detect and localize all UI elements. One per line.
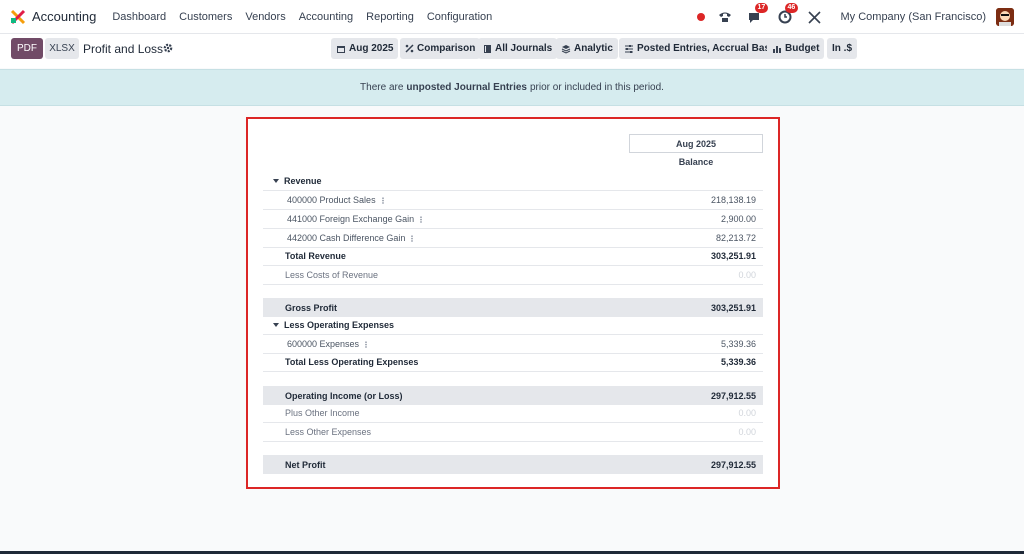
row-value: 0.00 [738,270,756,280]
more-options-icon[interactable] [420,215,423,223]
menu-vendors[interactable]: Vendors [245,11,285,23]
journals-label: All Journals [495,43,553,54]
period-header: Aug 2025 [629,134,763,153]
company-switcher[interactable]: My Company (San Francisco) [841,11,987,23]
comparison-label: Comparison [417,43,476,54]
user-avatar[interactable] [996,8,1014,26]
summary-row-operating-income: Operating Income (or Loss) 297,912.55 [263,386,763,405]
menu-customers[interactable]: Customers [179,11,232,23]
more-options-icon[interactable] [411,234,414,242]
line-row-other-income: Plus Other Income 0.00 [263,404,763,423]
date-filter-label: Aug 2025 [349,43,394,54]
recording-dot-icon[interactable] [696,13,705,21]
menu-reporting[interactable]: Reporting [366,11,414,23]
gear-icon[interactable] [163,43,173,53]
row-label: 600000 Expenses [287,339,360,349]
analytic-filter-button[interactable]: Analytic [556,38,618,59]
banner-prefix: There are [360,82,404,93]
xlsx-button[interactable]: XLSX [45,38,79,59]
caret-down-icon [273,179,279,183]
total-row-operating-expenses: Total Less Operating Expenses 5,339.36 [263,353,763,372]
row-label: Revenue [284,176,322,186]
menu-dashboard[interactable]: Dashboard [112,11,166,23]
line-row-costs-of-revenue: Less Costs of Revenue 0.00 [263,266,763,285]
chat-badge: 17 [754,3,769,13]
account-row[interactable]: 442000 Cash Difference Gain 82,213.72 [263,229,763,248]
row-label: Less Other Expenses [285,427,372,437]
row-value: 2,900.00 [720,214,756,224]
row-label: Operating Income (or Loss) [285,390,403,401]
entries-filter-button[interactable]: Posted Entries, Accrual Basis [619,38,784,59]
profit-loss-report: Aug 2025 Balance Revenue 400000 Product … [246,117,780,489]
calendar-icon [337,45,345,53]
menu-configuration[interactable]: Configuration [427,11,492,23]
systray: 17 46 My Company (San Francisco) [696,0,1014,34]
balance-column-header: Balance [678,157,714,167]
report-control-panel: PDF XLSX Profit and Loss Aug 2025 Compar… [0,34,1024,68]
comparison-button[interactable]: Comparison [400,38,481,59]
date-filter-button[interactable]: Aug 2025 [331,38,399,59]
top-navbar: Accounting Dashboard Customers Vendors A… [0,0,1024,34]
chat-icon[interactable]: 17 [747,3,769,25]
row-label: Total Revenue [285,251,346,261]
row-label: 400000 Product Sales [287,195,376,205]
banner-suffix: prior or included in this period. [529,82,664,93]
row-label: 442000 Cash Difference Gain [287,233,406,243]
app-name[interactable]: Accounting [32,9,96,24]
row-value: 5,339.36 [720,339,756,349]
analytic-label: Analytic [574,43,613,54]
total-row-revenue: Total Revenue 303,251.91 [263,247,763,266]
budget-label: Budget [785,43,820,54]
more-options-icon[interactable] [365,340,368,348]
menu-accounting[interactable]: Accounting [299,11,353,23]
account-row[interactable]: 600000 Expenses 5,339.36 [263,335,763,354]
row-label: 441000 Foreign Exchange Gain [287,214,415,224]
book-icon [484,44,491,53]
account-row[interactable]: 441000 Foreign Exchange Gain 2,900.00 [263,210,763,229]
accounting-app-icon[interactable] [10,9,26,25]
pdf-button[interactable]: PDF [11,38,43,59]
row-label: Less Costs of Revenue [285,270,379,280]
section-row-revenue[interactable]: Revenue [263,172,763,191]
row-value: 303,251.91 [710,302,756,313]
summary-row-net-profit: Net Profit 297,912.55 [263,455,763,474]
budget-button[interactable]: Budget [767,38,825,59]
section-row-operating-expenses[interactable]: Less Operating Expenses [263,316,763,335]
summary-row-gross-profit: Gross Profit 303,251.91 [263,298,763,317]
entries-label: Posted Entries, Accrual Basis [637,43,779,54]
percent-icon [405,44,414,53]
row-value: 297,912.55 [710,390,756,401]
bar-chart-icon [773,45,781,53]
row-value: 82,213.72 [715,233,756,243]
caret-down-icon [273,323,279,327]
row-value: 5,339.36 [720,357,756,367]
line-row-other-expenses: Less Other Expenses 0.00 [263,423,763,442]
row-label: Total Less Operating Expenses [285,357,419,367]
row-value: 218,138.19 [710,195,756,205]
row-label: Less Operating Expenses [284,320,395,330]
currency-button[interactable]: In .$ [827,38,858,59]
journals-filter-button[interactable]: All Journals [478,38,558,59]
sliders-icon [625,44,633,53]
row-value: 0.00 [738,408,756,418]
account-row[interactable]: 400000 Product Sales 218,138.19 [263,191,763,210]
layers-icon [561,44,571,54]
activity-clock-icon[interactable]: 46 [777,3,799,25]
row-label: Net Profit [285,459,326,470]
phone-icon[interactable] [717,9,733,25]
row-label: Plus Other Income [285,408,360,418]
row-value: 0.00 [738,427,756,437]
tools-icon[interactable] [807,9,823,25]
row-value: 303,251.91 [710,251,756,261]
currency-label: In .$ [832,43,853,54]
row-value: 297,912.55 [710,459,756,470]
more-options-icon[interactable] [381,196,384,204]
unposted-entries-link[interactable]: unposted Journal Entries [406,82,527,93]
row-label: Gross Profit [285,302,338,313]
activity-badge: 46 [784,3,799,13]
unposted-entries-banner: There are unposted Journal Entries prior… [0,69,1024,106]
page-title: Profit and Loss [83,42,164,56]
